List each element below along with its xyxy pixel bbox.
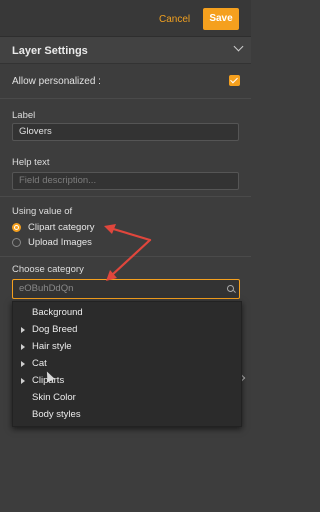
annotation-arrow-shaft [108, 226, 152, 242]
annotation-arrow-shaft [110, 238, 152, 277]
annotation-arrows [104, 224, 152, 281]
